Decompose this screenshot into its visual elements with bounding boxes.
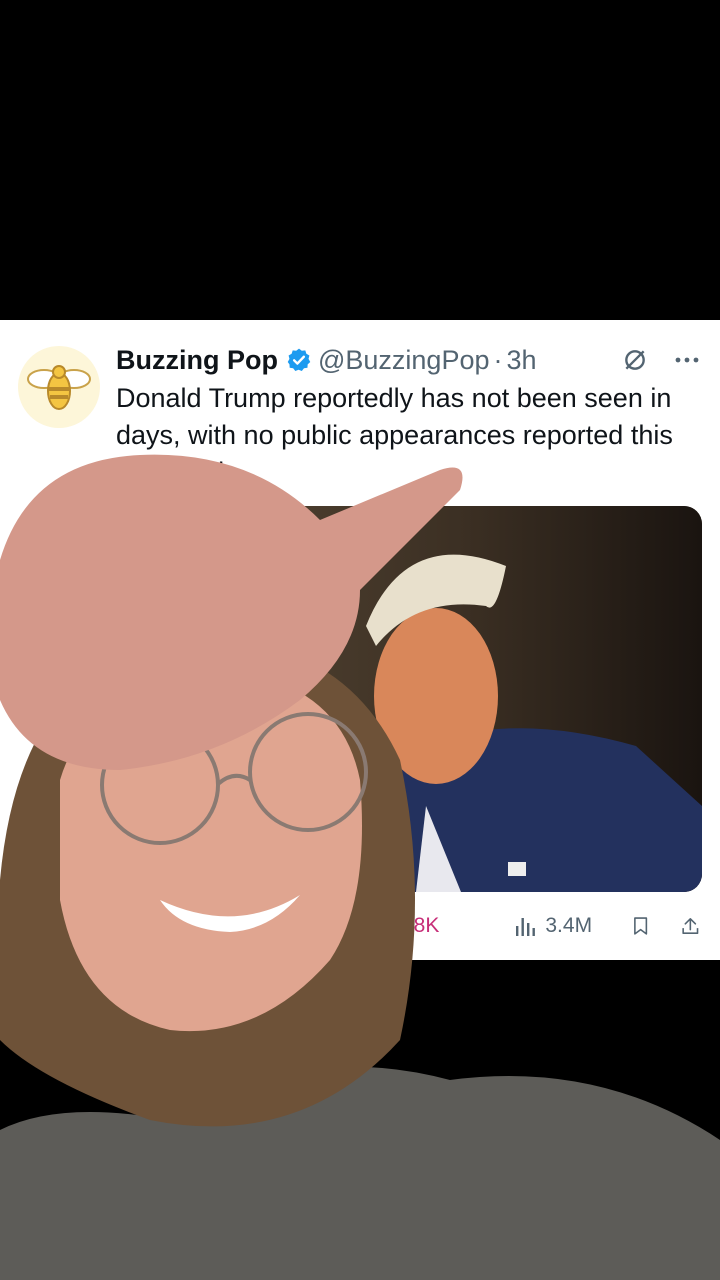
header-separator: · [493,344,503,375]
tweet-media-photo[interactable] [116,506,702,892]
tweet-text: Donald Trump reportedly has not been see… [116,383,673,487]
trump-photo [116,506,702,892]
views-bar-icon [516,918,536,936]
grok-icon[interactable] [622,347,648,373]
views-button[interactable]: 3.4M [513,914,592,938]
tweet-time[interactable]: 3h [507,345,537,376]
bookmark-icon[interactable] [632,913,649,939]
tweet-card[interactable]: Buzzing Pop @BuzzingPop · 3h Donald Trum… [0,320,720,960]
views-count: 3.4M [545,914,593,937]
author-handle[interactable]: @BuzzingPop [318,345,490,376]
bee-logo-icon [27,365,91,410]
more-icon[interactable] [674,356,700,364]
tweet-header: Buzzing Pop @BuzzingPop · 3h [116,342,700,378]
author-avatar[interactable] [18,346,100,428]
like-count[interactable]: 88K [402,914,439,938]
author-name[interactable]: Buzzing Pop [116,345,278,376]
verified-badge-icon [287,348,311,372]
tweet-actions: 88K 3.4M [116,906,700,946]
share-icon[interactable] [681,913,700,939]
